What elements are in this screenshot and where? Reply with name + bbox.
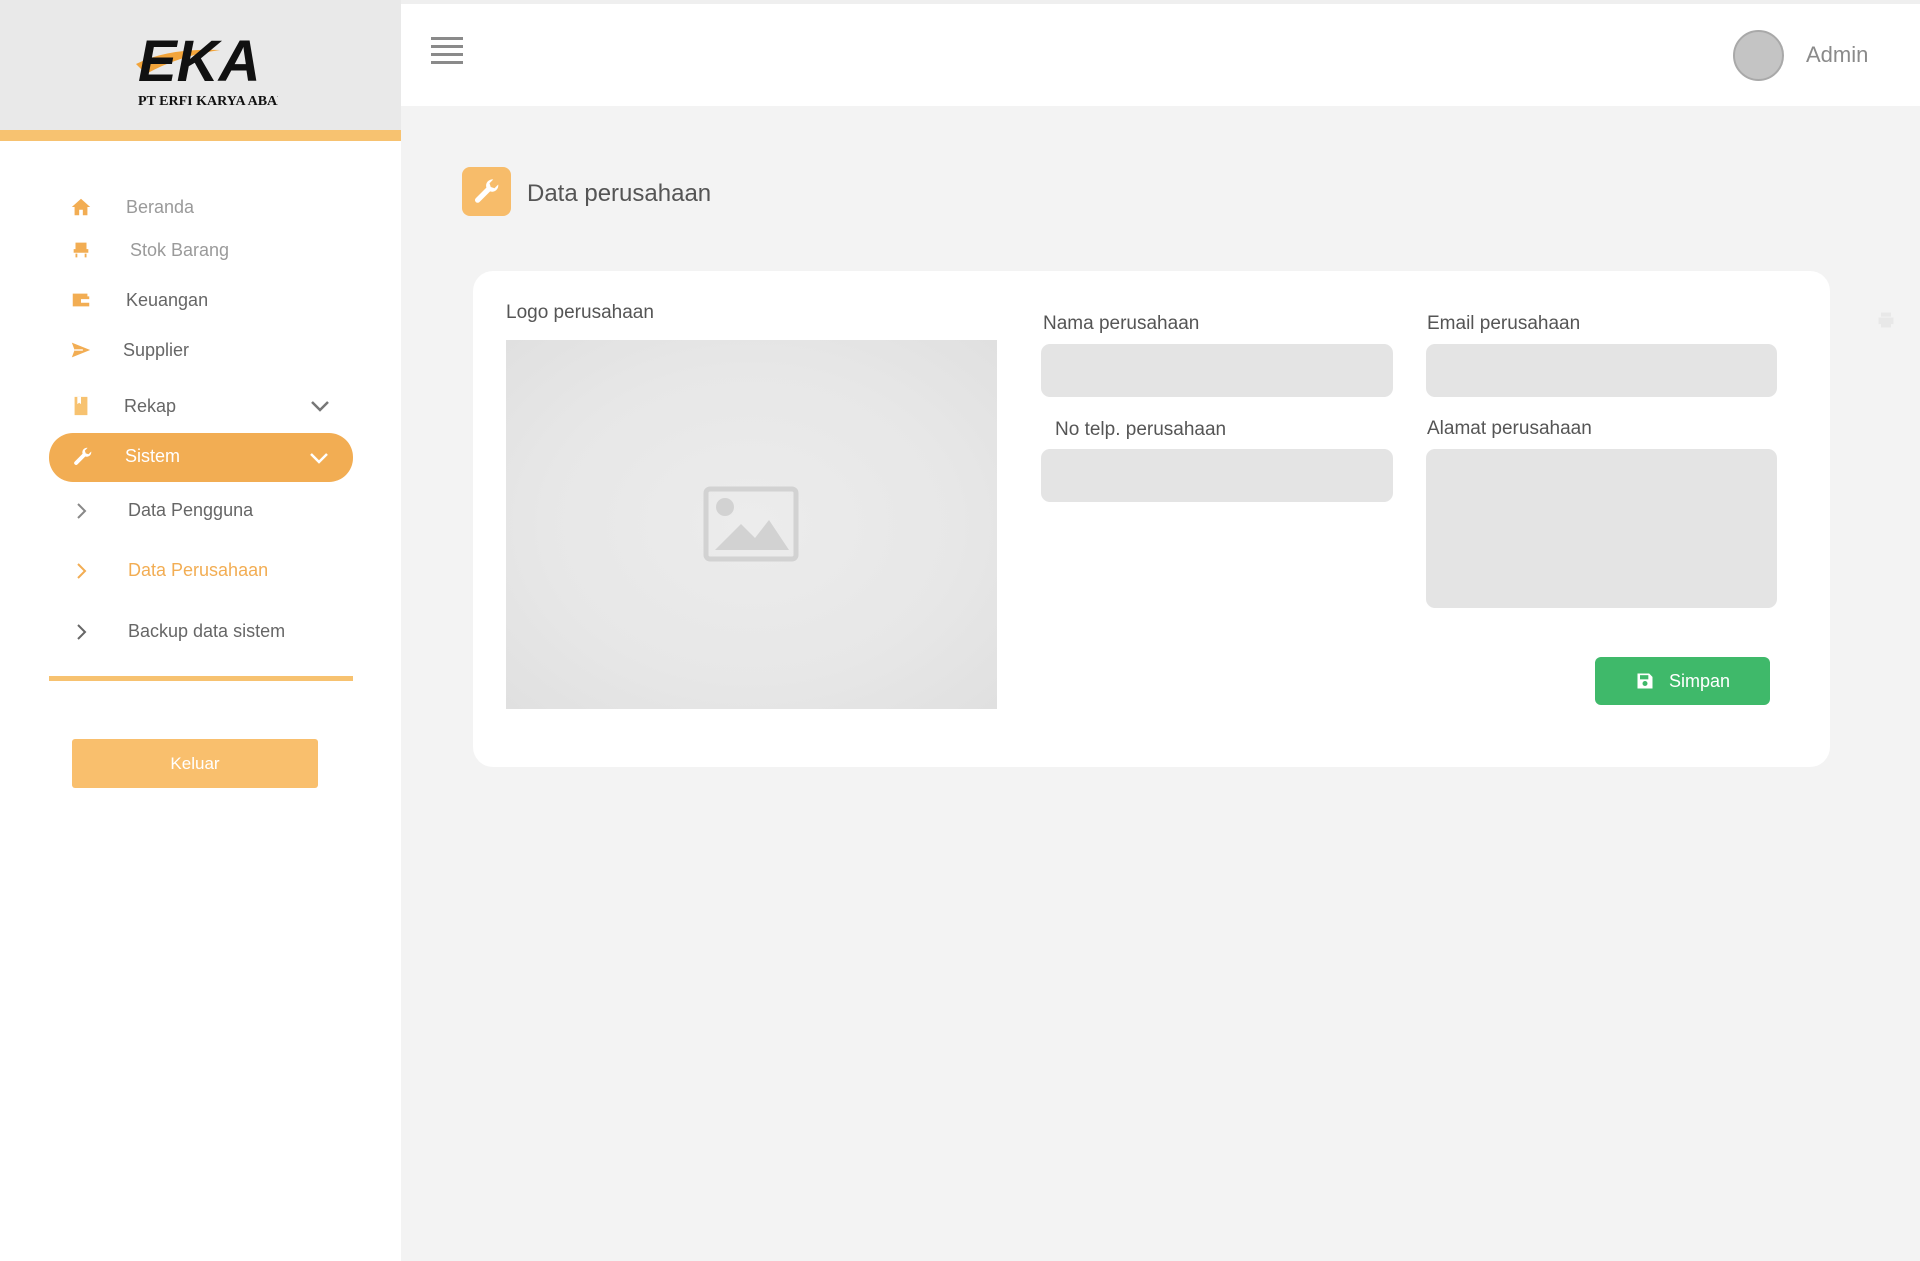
- logout-button[interactable]: Keluar: [72, 739, 318, 788]
- sidebar-subitem-data-perusahaan[interactable]: Data Perusahaan: [0, 549, 401, 593]
- address-label: Alamat perusahaan: [1427, 418, 1592, 439]
- company-form-card: Logo perusahaan Nama perusahaan Email pe…: [473, 271, 1830, 767]
- sidebar-item-beranda[interactable]: Beranda: [0, 184, 401, 230]
- sidebar-subitem-data-pengguna[interactable]: Data Pengguna: [0, 489, 401, 533]
- save-button-label: Simpan: [1668, 670, 1731, 691]
- sidebar-item-supplier[interactable]: Supplier: [0, 327, 401, 373]
- phone-label: No telp. perusahaan: [1055, 419, 1227, 440]
- sidebar: EKA PT ERFI KARYA ABADI Beranda Stok Bar…: [0, 0, 401, 1261]
- sidebar-divider: [49, 676, 353, 681]
- sidebar-item-label: Beranda: [126, 196, 195, 217]
- sidebar-subitem-label: Data Pengguna: [128, 500, 254, 520]
- company-address-textarea[interactable]: [1426, 449, 1777, 608]
- save-button[interactable]: Simpan: [1595, 657, 1770, 705]
- company-phone-input[interactable]: [1041, 449, 1393, 502]
- chair-icon: [68, 237, 94, 263]
- sidebar-item-stok-barang[interactable]: Stok Barang: [0, 227, 401, 273]
- sidebar-item-label: Keuangan: [126, 289, 209, 310]
- avatar[interactable]: [1733, 30, 1784, 81]
- book-icon: [68, 393, 94, 419]
- brand-area: EKA PT ERFI KARYA ABADI: [0, 0, 401, 130]
- chevron-right-icon: [77, 624, 87, 640]
- wrench-icon: [462, 167, 511, 216]
- sidebar-item-rekap[interactable]: Rekap: [0, 383, 401, 429]
- chevron-right-icon: [77, 503, 87, 519]
- print-icon[interactable]: [1876, 310, 1896, 330]
- top-header: Admin: [401, 4, 1920, 106]
- sidebar-item-keuangan[interactable]: Keuangan: [0, 277, 401, 323]
- sidebar-item-sistem[interactable]: Sistem: [49, 433, 353, 482]
- email-label: Email perusahaan: [1427, 313, 1581, 334]
- home-icon: [68, 194, 94, 220]
- company-email-input[interactable]: [1426, 344, 1777, 397]
- image-placeholder-icon: [703, 486, 799, 562]
- company-name-input[interactable]: [1041, 344, 1393, 397]
- menu-toggle-icon[interactable]: [431, 37, 463, 69]
- company-logo: EKA PT ERFI KARYA ABADI: [136, 29, 278, 109]
- logo-label: Logo perusahaan: [506, 302, 654, 323]
- sidebar-subitem-backup[interactable]: Backup data sistem: [0, 610, 401, 654]
- chevron-down-icon: [311, 401, 329, 412]
- sidebar-item-label: Supplier: [123, 339, 190, 360]
- send-icon: [68, 337, 94, 363]
- chevron-down-icon: [310, 453, 328, 464]
- name-label: Nama perusahaan: [1043, 313, 1200, 334]
- brand-strip: [0, 130, 401, 141]
- sidebar-item-label: Sistem: [125, 446, 181, 466]
- sidebar-subitem-label: Data Perusahaan: [128, 560, 269, 580]
- save-icon: [1637, 673, 1653, 689]
- user-name[interactable]: Admin: [1806, 42, 1868, 68]
- chevron-right-icon: [77, 563, 87, 579]
- wallet-icon: [68, 287, 94, 313]
- logo-upload-area[interactable]: [506, 340, 997, 709]
- sidebar-item-label: Stok Barang: [130, 239, 230, 260]
- wrench-icon: [70, 444, 96, 470]
- page-title: Data perusahaan: [527, 180, 712, 207]
- svg-text:EKA: EKA: [138, 29, 260, 94]
- sidebar-item-label: Rekap: [124, 395, 177, 416]
- sidebar-subitem-label: Backup data sistem: [128, 621, 286, 641]
- svg-text:PT ERFI KARYA ABADI: PT ERFI KARYA ABADI: [138, 94, 278, 109]
